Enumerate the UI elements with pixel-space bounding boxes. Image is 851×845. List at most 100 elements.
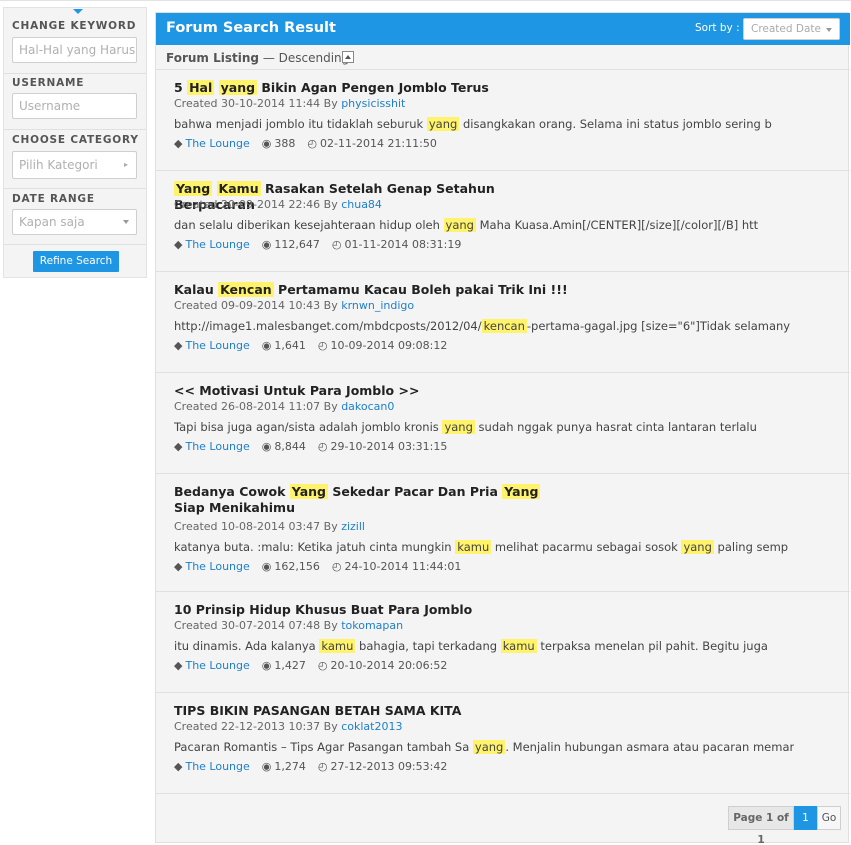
title-text: Bikin Agan Pengen Jomblo Terus [257,80,489,95]
last-post-date-value: 29-10-2014 03:31:15 [330,440,448,453]
keyword-highlight: yang [442,420,475,434]
keyword-highlight: Kamu [216,181,261,196]
view-count: ◉ 8,844 [262,440,306,453]
keyword-highlight: kamu [500,639,537,653]
view-count-value: 388 [274,137,296,150]
result-item: Bedanya Cowok Yang Sekedar Pacar Dan Pri… [156,474,850,592]
date-range-select[interactable]: Kapan saja [12,209,137,235]
forum-link-value[interactable]: The Lounge [185,339,249,352]
view-count-value: 1,641 [274,339,306,352]
view-count: ◉ 1,641 [262,339,306,352]
forum-link-value[interactable]: The Lounge [185,440,249,453]
last-post-date-value: 10-09-2014 09:08:12 [330,339,448,352]
view-count: ◉ 1,274 [262,760,306,773]
result-meta: Created 09-09-2014 10:43 By krnwn_indigo [174,299,414,312]
forum-link-value[interactable]: The Lounge [185,238,249,251]
sort-select[interactable]: Created Date [743,18,840,40]
sort-label: Sort by : [695,22,740,34]
listing-bar: Forum Listing — Descending [156,45,850,70]
result-footer: ◆ The Lounge ◉ 1,641 ◴ 10-09-2014 09:08:12 [174,339,459,352]
tag-icon: ◆ [174,659,183,672]
result-title-link[interactable]: 5 Hal yang Bikin Agan Pengen Jomblo Teru… [174,80,574,96]
title-text: << Motivasi Untuk Para Jomblo >> [174,383,420,398]
result-footer: ◆ The Lounge ◉ 388 ◴ 02-11-2014 21:11:50 [174,137,449,150]
listing-order: — Descending [262,51,350,65]
result-item: << Motivasi Untuk Para Jomblo >> Created … [156,373,850,474]
last-post-date: ◴ 20-10-2014 20:06:52 [318,659,447,672]
author-link[interactable]: chua84 [341,198,382,211]
top-border [0,0,851,4]
result-item: Yang Kamu Rasakan Setelah Genap Setahun … [156,171,850,272]
forum-link: ◆ The Lounge [174,760,250,773]
created-text: Created 30-10-2014 11:44 By [174,97,342,110]
result-title-link[interactable]: TIPS BIKIN PASANGAN BETAH SAMA KITA [174,703,574,719]
search-results-panel: Forum Search Result Sort by : Created Da… [155,12,850,845]
clock-icon: ◴ [317,659,328,672]
author-link[interactable]: tokomapan [341,619,403,632]
author-link[interactable]: coklat2013 [341,720,402,733]
forum-link: ◆ The Lounge [174,238,250,251]
forum-link-value[interactable]: The Lounge [185,137,249,150]
last-post-date-value: 27-12-2013 09:53:42 [330,760,448,773]
result-title-link[interactable]: Kalau Kencan Pertamamu Kacau Boleh pakai… [174,282,574,298]
tag-icon: ◆ [174,440,183,453]
category-select[interactable]: Pilih Kategori ▸ [12,151,137,179]
snippet-text: dan selalu diberikan kesejahteraan hidup… [174,218,444,232]
snippet-text: Tapi bisa juga agan/sista adalah jomblo … [174,420,443,434]
result-meta: Created 30-07-2014 07:48 By tokomapan [174,619,403,632]
refine-search-button[interactable]: Refine Search [33,251,119,272]
eye-icon: ◉ [261,238,272,251]
result-footer: ◆ The Lounge ◉ 1,274 ◴ 27-12-2013 09:53:42 [174,760,459,773]
snippet-text: bahwa menjadi jomblo itu tidaklah seburu… [174,117,427,131]
divider [4,129,146,130]
result-meta: Created 20-09-2014 22:46 By chua84 [174,198,382,211]
keyword-highlight: Yang [502,484,541,499]
title-text: TIPS BIKIN PASANGAN BETAH SAMA KITA [174,703,462,718]
result-title-link[interactable]: Bedanya Cowok Yang Sekedar Pacar Dan Pri… [174,484,574,516]
forum-link-value[interactable]: The Lounge [185,659,249,672]
tag-icon: ◆ [174,339,183,352]
created-text: Created 26-08-2014 11:07 By [174,400,342,413]
chevron-right-icon: ▸ [123,160,128,169]
username-input[interactable]: Username [12,93,137,119]
snippet-text: melihat pacarmu sebagai sosok [491,540,682,554]
view-count-value: 8,844 [274,440,306,453]
keyword-highlight: Kencan [218,282,274,297]
keyword-input[interactable]: Hal-Hal yang Harus [12,37,137,63]
keyword-highlight: kamu [319,639,356,653]
result-title-link[interactable]: 10 Prinsip Hidup Khusus Buat Para Jomblo [174,602,574,618]
author-link[interactable]: physicisshit [341,97,405,110]
view-count: ◉ 1,427 [262,659,306,672]
page-number-button[interactable]: 1 [794,806,817,830]
author-link[interactable]: krnwn_indigo [341,299,414,312]
title-text: Siap Menikahimu [174,500,295,515]
result-title-link[interactable]: << Motivasi Untuk Para Jomblo >> [174,383,574,399]
result-footer: ◆ The Lounge ◉ 162,156 ◴ 24-10-2014 11:44:01 [174,560,473,573]
forum-link: ◆ The Lounge [174,137,250,150]
go-button[interactable]: Go [817,806,841,830]
pagination: Page 1 of 1 1 Go [728,806,841,845]
last-post-date-value: 20-10-2014 20:06:52 [330,659,448,672]
author-link[interactable]: dakocan0 [341,400,394,413]
last-post-date: ◴ 29-10-2014 03:31:15 [318,440,447,453]
keyword-highlight: kencan [481,319,527,333]
forum-link: ◆ The Lounge [174,560,250,573]
forum-link-value[interactable]: The Lounge [185,760,249,773]
last-post-date: ◴ 24-10-2014 11:44:01 [332,560,461,573]
category-label: CHOOSE CATEGORY [12,134,139,146]
created-text: Created 10-08-2014 03:47 By [174,520,342,533]
clock-icon: ◴ [317,339,328,352]
snippet-text: . Menjalin hubungan asmara atau pacaran … [505,740,794,754]
tag-icon: ◆ [174,137,183,150]
forum-link-value[interactable]: The Lounge [185,560,249,573]
tag-icon: ◆ [174,760,183,773]
author-link[interactable]: zizill [341,520,365,533]
created-text: Created 30-07-2014 07:48 By [174,619,342,632]
title-text: Pertamamu Kacau Boleh pakai Trik Ini !!! [273,282,568,297]
clock-icon: ◴ [307,137,318,150]
tag-icon: ◆ [174,560,183,573]
sort-order-toggle-icon[interactable] [342,51,354,63]
view-count: ◉ 388 [262,137,296,150]
result-meta: Created 26-08-2014 11:07 By dakocan0 [174,400,394,413]
keyword-highlight: kamu [455,540,492,554]
